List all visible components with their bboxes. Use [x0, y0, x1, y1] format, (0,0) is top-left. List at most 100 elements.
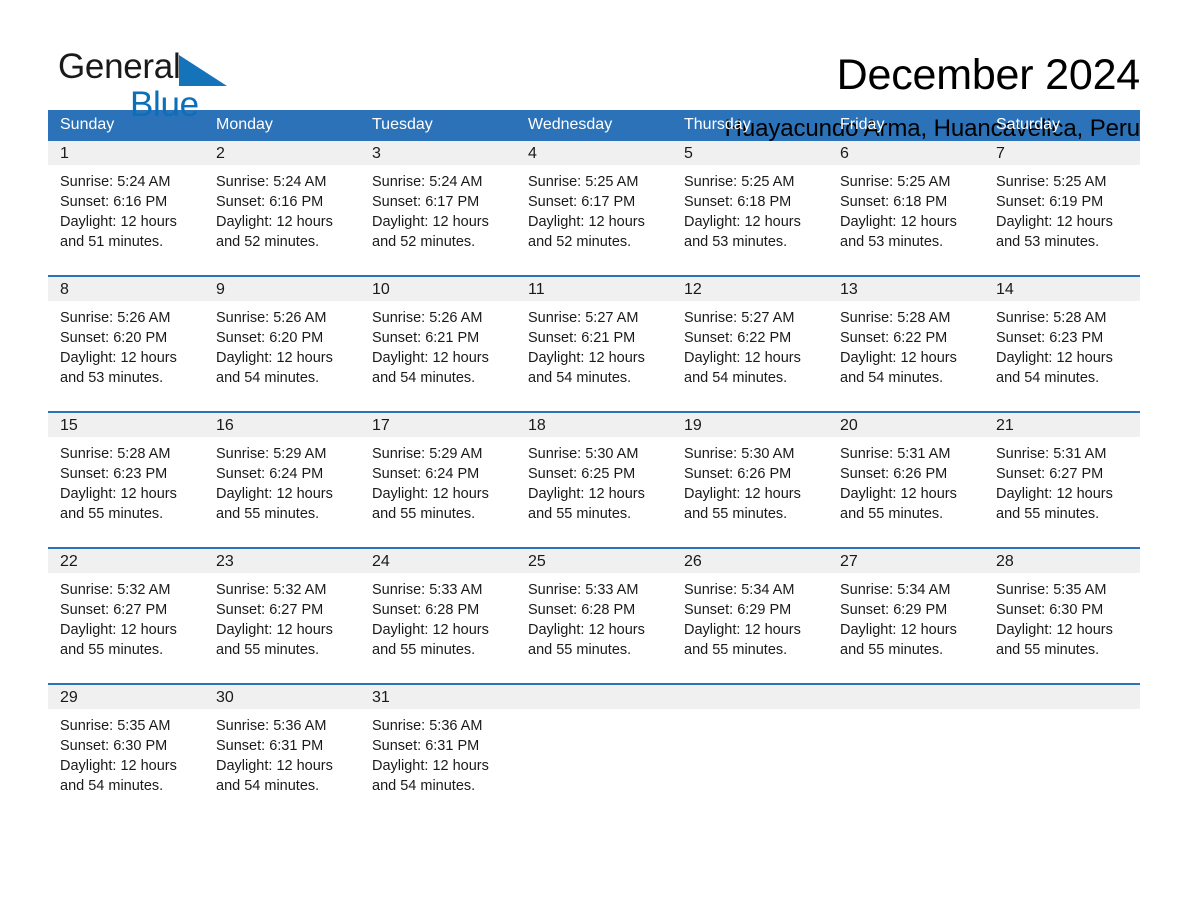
calendar-day-cell[interactable]: 22 Sunrise: 5:32 AM Sunset: 6:27 PM Dayligh… [48, 547, 204, 684]
day-number: 27 [828, 549, 984, 573]
day-number: 3 [360, 141, 516, 165]
sunset-text: Sunset: 6:30 PM [60, 738, 168, 754]
calendar-week-row: 8 Sunrise: 5:26 AM Sunset: 6:20 PM Daylight… [48, 275, 1140, 412]
daylight-line-2: and 54 minutes. [840, 370, 944, 386]
calendar-day-cell[interactable]: 20 Sunrise: 5:31 AM Sunset: 6:26 PM Dayligh… [828, 411, 984, 548]
calendar-day-cell[interactable]: 31 Sunrise: 5:36 AM Sunset: 6:31 PM Dayligh… [360, 683, 516, 819]
calendar-day-cell[interactable]: 28 Sunrise: 5:35 AM Sunset: 6:30 PM Dayligh… [984, 547, 1140, 684]
sunrise-text: Sunrise: 5:27 AM [684, 310, 795, 326]
calendar-day-cell[interactable]: 15 Sunrise: 5:28 AM Sunset: 6:23 PM Dayligh… [48, 411, 204, 548]
day-number: 31 [360, 685, 516, 709]
day-number: 24 [360, 549, 516, 573]
location-subtitle: Huayacundo Arma, Huancavelica, Peru [724, 115, 1141, 142]
title-block: December 2024 Huayacundo Arma, Huancavel… [724, 48, 1141, 144]
day-details: Sunrise: 5:26 AM Sunset: 6:20 PM Daylight:… [204, 301, 360, 388]
sunrise-text: Sunrise: 5:24 AM [216, 174, 327, 190]
daylight-line-1: Daylight: 12 hours [996, 350, 1113, 366]
sunrise-text: Sunrise: 5:31 AM [996, 446, 1107, 462]
daylight-line-2: and 55 minutes. [60, 642, 164, 658]
daylight-line-2: and 54 minutes. [528, 370, 632, 386]
day-number: 8 [48, 277, 204, 301]
day-details: Sunrise: 5:25 AM Sunset: 6:18 PM Daylight:… [828, 165, 984, 252]
day-number: 6 [828, 141, 984, 165]
day-details: Sunrise: 5:25 AM Sunset: 6:18 PM Daylight:… [672, 165, 828, 252]
sunset-text: Sunset: 6:21 PM [372, 330, 480, 346]
day-number [984, 685, 1140, 709]
daylight-line-2: and 54 minutes. [372, 370, 476, 386]
calendar-day-cell[interactable]: 12 Sunrise: 5:27 AM Sunset: 6:22 PM Dayligh… [672, 275, 828, 412]
sunset-text: Sunset: 6:27 PM [216, 602, 324, 618]
calendar-day-cell[interactable]: 23 Sunrise: 5:32 AM Sunset: 6:27 PM Dayligh… [204, 547, 360, 684]
calendar-day-cell[interactable]: 6 Sunrise: 5:25 AM Sunset: 6:18 PM Daylight… [828, 141, 984, 276]
day-number: 28 [984, 549, 1140, 573]
calendar-day-cell[interactable]: 30 Sunrise: 5:36 AM Sunset: 6:31 PM Dayligh… [204, 683, 360, 819]
sunset-text: Sunset: 6:16 PM [60, 194, 168, 210]
daylight-line-2: and 54 minutes. [996, 370, 1100, 386]
daylight-line-1: Daylight: 12 hours [528, 622, 645, 638]
sunrise-text: Sunrise: 5:30 AM [528, 446, 639, 462]
daylight-line-1: Daylight: 12 hours [528, 214, 645, 230]
logo-word-general: General [58, 47, 181, 86]
calendar-day-cell[interactable]: 29 Sunrise: 5:35 AM Sunset: 6:30 PM Dayligh… [48, 683, 204, 819]
daylight-line-1: Daylight: 12 hours [684, 486, 801, 502]
day-number [828, 685, 984, 709]
day-number: 4 [516, 141, 672, 165]
sunset-text: Sunset: 6:30 PM [996, 602, 1104, 618]
day-number: 1 [48, 141, 204, 165]
sunset-text: Sunset: 6:17 PM [528, 194, 636, 210]
daylight-line-2: and 52 minutes. [216, 234, 320, 250]
day-number: 23 [204, 549, 360, 573]
daylight-line-2: and 55 minutes. [528, 642, 632, 658]
calendar-day-cell[interactable]: 4 Sunrise: 5:25 AM Sunset: 6:17 PM Daylight… [516, 141, 672, 276]
calendar-day-cell[interactable]: 13 Sunrise: 5:28 AM Sunset: 6:22 PM Dayligh… [828, 275, 984, 412]
day-details: Sunrise: 5:34 AM Sunset: 6:29 PM Daylight:… [672, 573, 828, 660]
sunrise-text: Sunrise: 5:29 AM [372, 446, 483, 462]
calendar-day-cell[interactable]: 11 Sunrise: 5:27 AM Sunset: 6:21 PM Dayligh… [516, 275, 672, 412]
daylight-line-2: and 54 minutes. [216, 370, 320, 386]
sunset-text: Sunset: 6:24 PM [216, 466, 324, 482]
daylight-line-1: Daylight: 12 hours [60, 350, 177, 366]
day-number: 29 [48, 685, 204, 709]
calendar-day-cell[interactable]: 24 Sunrise: 5:33 AM Sunset: 6:28 PM Dayligh… [360, 547, 516, 684]
calendar-day-cell[interactable]: 17 Sunrise: 5:29 AM Sunset: 6:24 PM Dayligh… [360, 411, 516, 548]
calendar-day-cell[interactable]: 5 Sunrise: 5:25 AM Sunset: 6:18 PM Daylight… [672, 141, 828, 276]
sunrise-text: Sunrise: 5:31 AM [840, 446, 951, 462]
calendar-day-cell[interactable]: 1 Sunrise: 5:24 AM Sunset: 6:16 PM Daylight… [48, 141, 204, 276]
calendar-day-cell[interactable]: 7 Sunrise: 5:25 AM Sunset: 6:19 PM Daylight… [984, 141, 1140, 276]
day-details: Sunrise: 5:36 AM Sunset: 6:31 PM Daylight:… [360, 709, 516, 796]
calendar-day-cell[interactable]: 9 Sunrise: 5:26 AM Sunset: 6:20 PM Daylight… [204, 275, 360, 412]
sunrise-text: Sunrise: 5:36 AM [216, 718, 327, 734]
calendar-day-cell[interactable]: 25 Sunrise: 5:33 AM Sunset: 6:28 PM Dayligh… [516, 547, 672, 684]
sunset-text: Sunset: 6:26 PM [840, 466, 948, 482]
generalblue-logo[interactable]: General Blue [58, 47, 228, 123]
daylight-line-1: Daylight: 12 hours [528, 350, 645, 366]
day-number: 21 [984, 413, 1140, 437]
day-number: 25 [516, 549, 672, 573]
calendar-day-cell[interactable]: 8 Sunrise: 5:26 AM Sunset: 6:20 PM Daylight… [48, 275, 204, 412]
sunrise-text: Sunrise: 5:24 AM [60, 174, 171, 190]
calendar-day-cell[interactable]: 21 Sunrise: 5:31 AM Sunset: 6:27 PM Dayligh… [984, 411, 1140, 548]
calendar-day-cell[interactable]: 16 Sunrise: 5:29 AM Sunset: 6:24 PM Dayligh… [204, 411, 360, 548]
weekday-header-tuesday: Tuesday [360, 110, 516, 141]
sunset-text: Sunset: 6:27 PM [996, 466, 1104, 482]
day-details: Sunrise: 5:32 AM Sunset: 6:27 PM Daylight:… [204, 573, 360, 660]
calendar-day-cell-empty [672, 683, 828, 819]
sunset-text: Sunset: 6:24 PM [372, 466, 480, 482]
day-details: Sunrise: 5:28 AM Sunset: 6:23 PM Daylight:… [48, 437, 204, 524]
calendar-day-cell[interactable]: 2 Sunrise: 5:24 AM Sunset: 6:16 PM Daylight… [204, 141, 360, 276]
day-details: Sunrise: 5:24 AM Sunset: 6:16 PM Daylight:… [48, 165, 204, 252]
calendar-day-cell[interactable]: 3 Sunrise: 5:24 AM Sunset: 6:17 PM Daylight… [360, 141, 516, 276]
day-details: Sunrise: 5:32 AM Sunset: 6:27 PM Daylight:… [48, 573, 204, 660]
sunset-text: Sunset: 6:27 PM [60, 602, 168, 618]
calendar-day-cell[interactable]: 19 Sunrise: 5:30 AM Sunset: 6:26 PM Dayligh… [672, 411, 828, 548]
sunrise-text: Sunrise: 5:35 AM [996, 582, 1107, 598]
calendar-day-cell[interactable]: 14 Sunrise: 5:28 AM Sunset: 6:23 PM Dayligh… [984, 275, 1140, 412]
sunrise-text: Sunrise: 5:34 AM [840, 582, 951, 598]
calendar-day-cell[interactable]: 26 Sunrise: 5:34 AM Sunset: 6:29 PM Dayligh… [672, 547, 828, 684]
calendar-day-cell[interactable]: 18 Sunrise: 5:30 AM Sunset: 6:25 PM Dayligh… [516, 411, 672, 548]
day-number: 13 [828, 277, 984, 301]
sunset-text: Sunset: 6:19 PM [996, 194, 1104, 210]
day-details: Sunrise: 5:27 AM Sunset: 6:21 PM Daylight:… [516, 301, 672, 388]
calendar-day-cell[interactable]: 27 Sunrise: 5:34 AM Sunset: 6:29 PM Dayligh… [828, 547, 984, 684]
calendar-day-cell[interactable]: 10 Sunrise: 5:26 AM Sunset: 6:21 PM Dayligh… [360, 275, 516, 412]
